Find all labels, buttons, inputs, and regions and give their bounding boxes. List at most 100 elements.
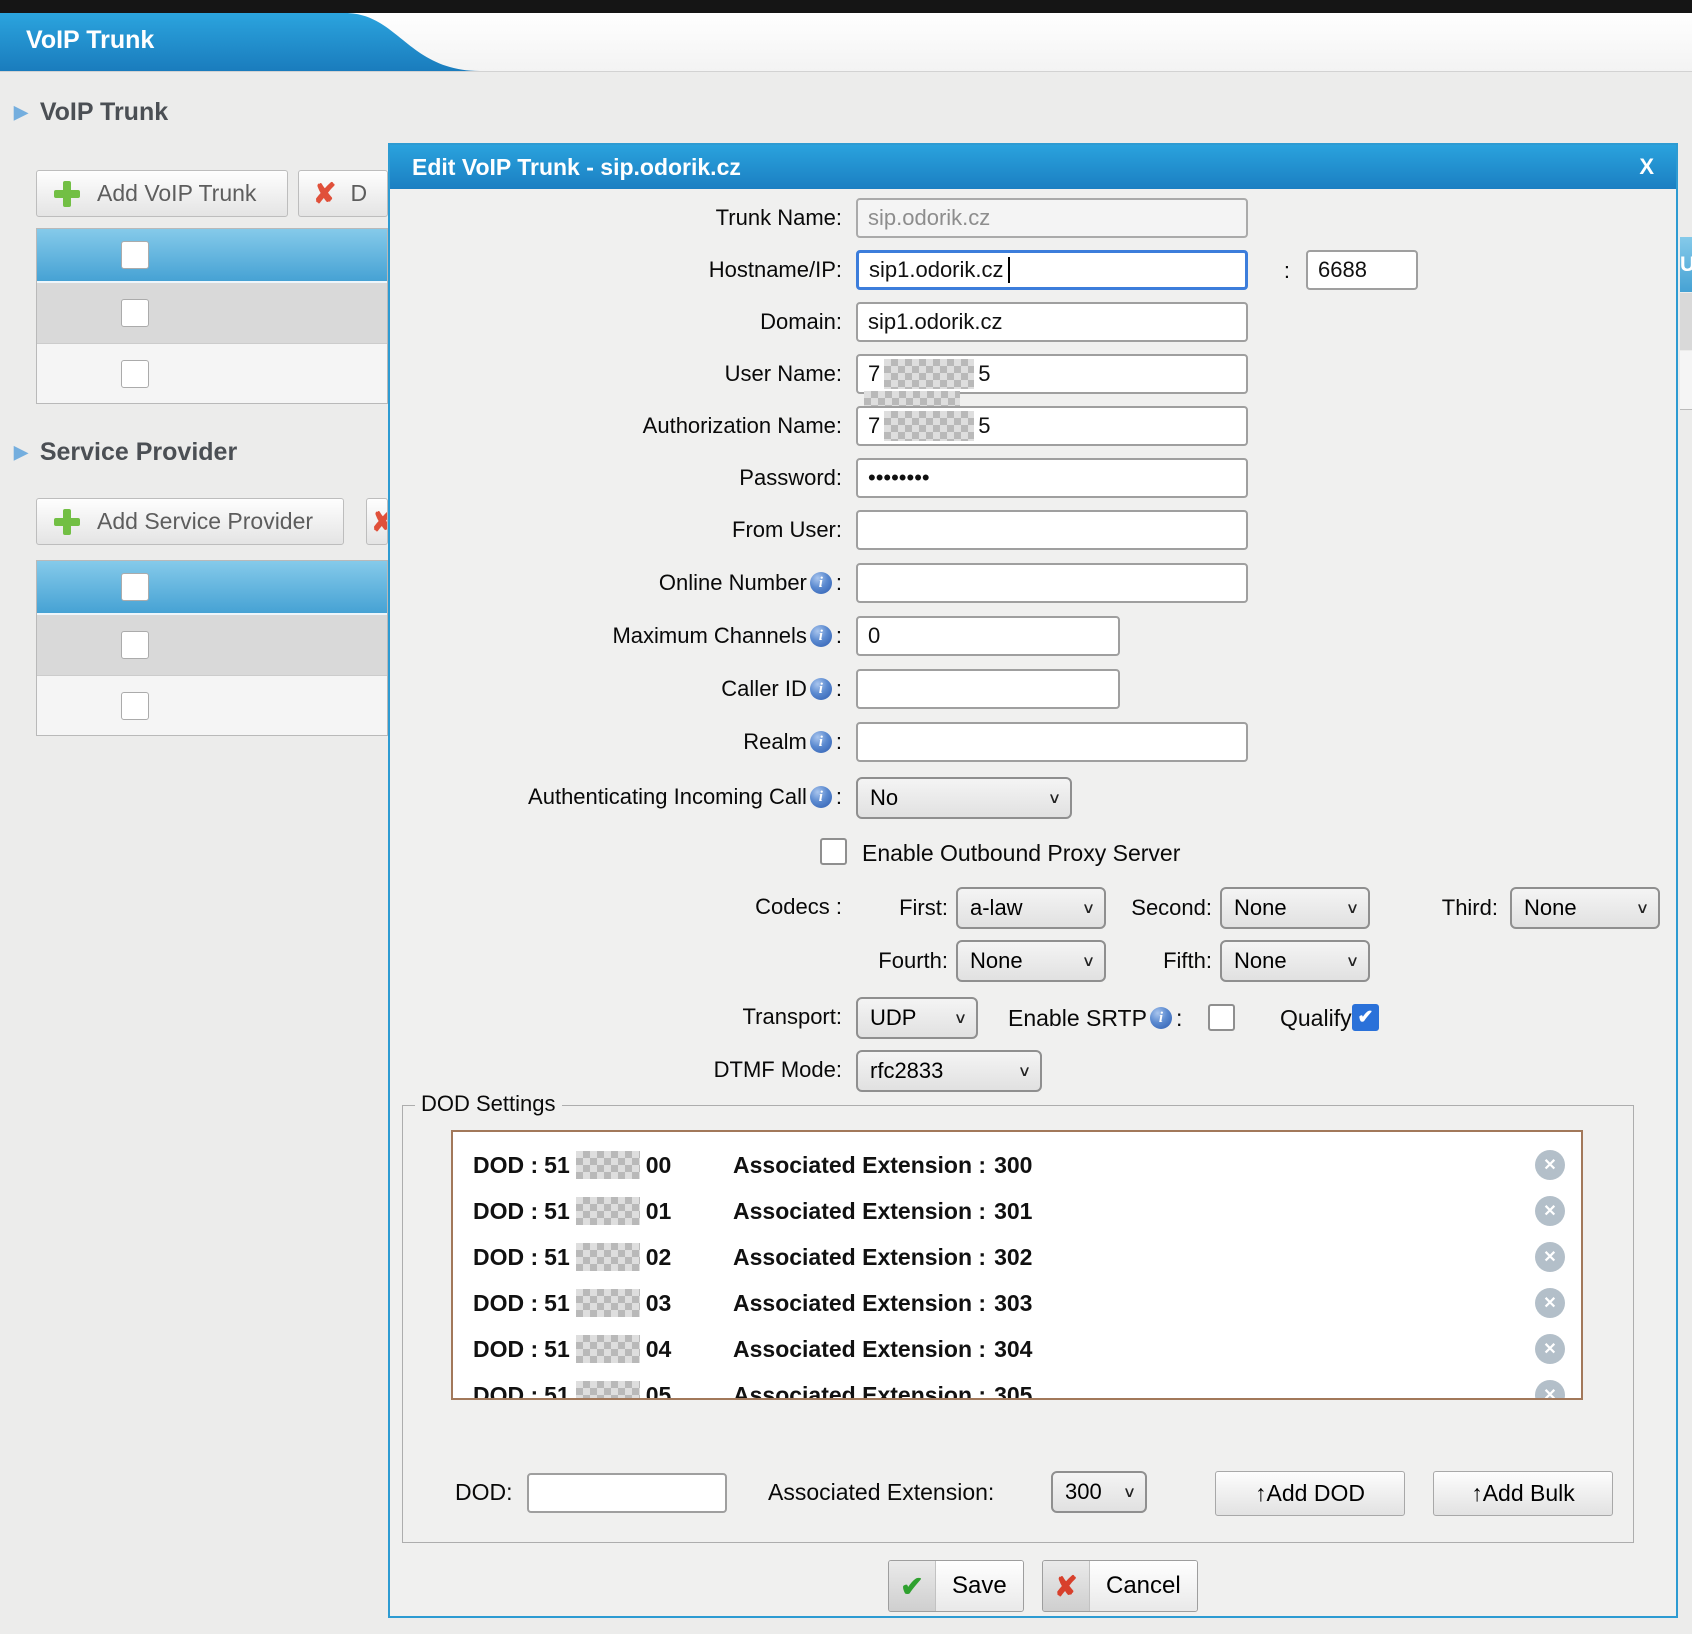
outbound-proxy-checkbox[interactable] <box>820 838 847 865</box>
table-header-row <box>37 561 387 615</box>
form-row-hostname: Hostname/IP: sip1.odorik.cz : 6688 <box>390 250 1676 292</box>
form-row-realm: Realm i : <box>390 722 1676 764</box>
save-button[interactable]: ✔ Save <box>888 1560 1024 1612</box>
cancel-button[interactable]: ✘ Cancel <box>1042 1560 1198 1612</box>
auth-incoming-label: Authenticating Incoming Call i : <box>390 777 842 817</box>
censored-value <box>884 411 974 441</box>
censored-value <box>576 1151 640 1179</box>
form-row-password: Password: •••••••• <box>390 458 1676 500</box>
row-checkbox[interactable] <box>121 241 149 269</box>
background-table-sliver-row <box>1680 351 1692 410</box>
chevron-down-icon: ∨ <box>1082 952 1096 970</box>
online-number-label: Online Number i : <box>390 563 842 603</box>
table-row[interactable] <box>37 283 387 344</box>
codec-fifth-label: Fifth: <box>1112 940 1212 982</box>
delete-dod-icon[interactable]: ✕ <box>1535 1150 1565 1180</box>
chevron-down-icon: ∨ <box>1082 899 1096 917</box>
delete-x-icon: ✘ <box>371 505 388 538</box>
info-icon: i <box>810 731 832 753</box>
info-icon: i <box>810 678 832 700</box>
qualify-label: Qualify: <box>1280 997 1358 1039</box>
section-title: Service Provider <box>40 438 237 467</box>
form-row-outbound-proxy: Enable Outbound Proxy Server <box>390 832 1676 874</box>
info-icon: i <box>810 572 832 594</box>
delete-dod-icon[interactable]: ✕ <box>1535 1380 1565 1400</box>
voip-trunk-table <box>36 228 388 404</box>
row-checkbox[interactable] <box>121 573 149 601</box>
form-row-codecs-2: Fourth: None ∨ Fifth: None ∨ <box>390 940 1676 982</box>
realm-label: Realm i : <box>390 722 842 762</box>
user-name-label: User Name: <box>390 354 842 394</box>
caller-id-field[interactable] <box>856 669 1120 709</box>
form-row-user-name: User Name: 7 5 <box>390 354 1676 396</box>
dod-row: DOD :5101 Associated Extension :301 ✕ <box>473 1190 1565 1232</box>
close-icon[interactable]: X <box>1639 154 1654 180</box>
add-bulk-button[interactable]: ↑Add Bulk <box>1433 1471 1613 1516</box>
max-channels-label: Maximum Channels i : <box>390 616 842 656</box>
form-row-online-number: Online Number i : <box>390 563 1676 605</box>
row-checkbox[interactable] <box>121 299 149 327</box>
row-checkbox[interactable] <box>121 692 149 720</box>
delete-dod-icon[interactable]: ✕ <box>1535 1288 1565 1318</box>
codec-second-select[interactable]: None ∨ <box>1220 887 1370 929</box>
add-voip-trunk-button[interactable]: Add VoIP Trunk <box>36 170 288 217</box>
transport-select[interactable]: UDP ∨ <box>856 997 978 1039</box>
dod-input[interactable] <box>527 1473 727 1513</box>
form-row-dtmf: DTMF Mode: rfc2833 ∨ <box>390 1050 1676 1092</box>
cancel-label: Cancel <box>1090 1561 1197 1611</box>
dod-row: DOD :5103 Associated Extension :303 ✕ <box>473 1282 1565 1324</box>
dtmf-select[interactable]: rfc2833 ∨ <box>856 1050 1042 1092</box>
add-dod-button[interactable]: ↑Add DOD <box>1215 1471 1405 1516</box>
table-header-row <box>37 229 387 283</box>
censored-value <box>576 1335 640 1363</box>
trunk-name-field: sip.odorik.cz <box>856 198 1248 238</box>
caller-id-label: Caller ID i : <box>390 669 842 709</box>
row-checkbox[interactable] <box>121 360 149 388</box>
online-number-field[interactable] <box>856 563 1248 603</box>
censored-value <box>884 359 974 389</box>
censored-value <box>576 1197 640 1225</box>
delete-label-fragment: D <box>350 180 367 207</box>
form-row-max-channels: Maximum Channels i : 0 <box>390 616 1676 658</box>
table-row[interactable] <box>37 676 387 736</box>
codecs-label: Codecs : <box>390 887 842 927</box>
codec-fifth-select[interactable]: None ∨ <box>1220 940 1370 982</box>
plus-icon <box>51 506 83 538</box>
auth-incoming-select[interactable]: No ∨ <box>856 777 1072 819</box>
hostname-label: Hostname/IP: <box>390 250 842 290</box>
delete-trunk-button-fragment[interactable]: ✘ D <box>298 170 388 217</box>
delete-dod-icon[interactable]: ✕ <box>1535 1334 1565 1364</box>
chevron-down-icon: ∨ <box>1346 899 1360 917</box>
section-voip-trunk: ▶ VoIP Trunk <box>14 98 168 127</box>
user-name-field[interactable]: 7 5 <box>856 354 1248 394</box>
associated-extension-select[interactable]: 300 ∨ <box>1051 1471 1147 1513</box>
codec-fourth-select[interactable]: None ∨ <box>956 940 1106 982</box>
hostname-field[interactable]: sip1.odorik.cz <box>856 250 1248 290</box>
service-provider-table <box>36 560 388 736</box>
port-field[interactable]: 6688 <box>1306 250 1418 290</box>
delete-provider-button-fragment[interactable]: ✘ <box>366 498 388 545</box>
realm-field[interactable] <box>856 722 1248 762</box>
from-user-field[interactable] <box>856 510 1248 550</box>
form-row-domain: Domain: sip1.odorik.cz <box>390 302 1676 344</box>
srtp-checkbox[interactable] <box>1208 1004 1235 1031</box>
delete-dod-icon[interactable]: ✕ <box>1535 1242 1565 1272</box>
codec-first-select[interactable]: a-law ∨ <box>956 887 1106 929</box>
qualify-checkbox[interactable]: ✔ <box>1352 1004 1379 1031</box>
max-channels-field[interactable]: 0 <box>856 616 1120 656</box>
add-service-provider-button[interactable]: Add Service Provider <box>36 498 344 545</box>
table-row[interactable] <box>37 344 387 404</box>
dod-settings-legend: DOD Settings <box>415 1091 562 1117</box>
password-field[interactable]: •••••••• <box>856 458 1248 498</box>
delete-dod-icon[interactable]: ✕ <box>1535 1196 1565 1226</box>
from-user-label: From User: <box>390 510 842 550</box>
domain-field[interactable]: sip1.odorik.cz <box>856 302 1248 342</box>
row-checkbox[interactable] <box>121 631 149 659</box>
codec-third-select[interactable]: None ∨ <box>1510 887 1660 929</box>
info-icon: i <box>810 625 832 647</box>
dod-row: DOD :5102 Associated Extension :302 ✕ <box>473 1236 1565 1278</box>
auth-name-field[interactable]: 7 5 <box>856 406 1248 446</box>
info-icon: i <box>810 786 832 808</box>
delete-x-icon: ✘ <box>313 177 336 210</box>
table-row[interactable] <box>37 615 387 676</box>
